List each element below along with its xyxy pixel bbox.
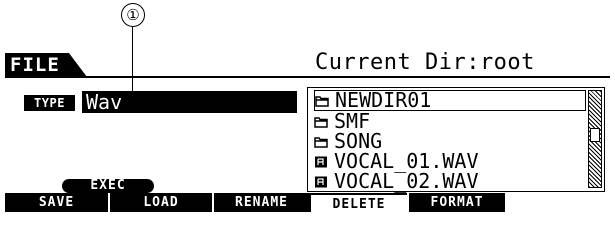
type-label: TYPE — [24, 95, 75, 111]
file-list-item[interactable]: NEWDIR01 — [314, 90, 586, 111]
callout-leader-line — [132, 27, 133, 93]
save-button[interactable]: SAVE — [5, 193, 108, 212]
folder-icon — [314, 136, 328, 148]
list-scrollbar[interactable] — [588, 90, 602, 188]
callout-marker: ① — [121, 3, 145, 27]
folder-icon — [315, 95, 329, 107]
header-divider — [5, 76, 610, 78]
load-button[interactable]: LOAD — [108, 193, 212, 212]
audio-file-icon — [315, 176, 327, 187]
current-directory: Current Dir:root — [315, 50, 535, 75]
exec-button[interactable]: EXEC — [62, 179, 154, 193]
rename-button[interactable]: RENAME — [212, 193, 309, 212]
page-title: FILE — [5, 53, 87, 77]
file-list-item[interactable]: VOCAL_02.WAV — [314, 171, 586, 192]
file-list[interactable]: NEWDIR01 SMF SONG VOCAL_01.WAV VOCAL_02.… — [307, 87, 605, 192]
format-button[interactable]: FORMAT — [407, 193, 505, 212]
scrollbar-thumb[interactable] — [590, 128, 600, 142]
file-list-item-name: VOCAL_02.WAV — [334, 169, 479, 193]
delete-button[interactable]: DELETE — [309, 193, 407, 212]
audio-file-icon — [315, 156, 327, 167]
function-button-bar: SAVE LOAD RENAME DELETE FORMAT — [5, 193, 610, 212]
file-list-item-name: NEWDIR01 — [335, 88, 432, 112]
callout-number: ① — [126, 6, 140, 24]
type-select[interactable]: Wav — [82, 91, 297, 113]
folder-icon — [314, 116, 328, 128]
